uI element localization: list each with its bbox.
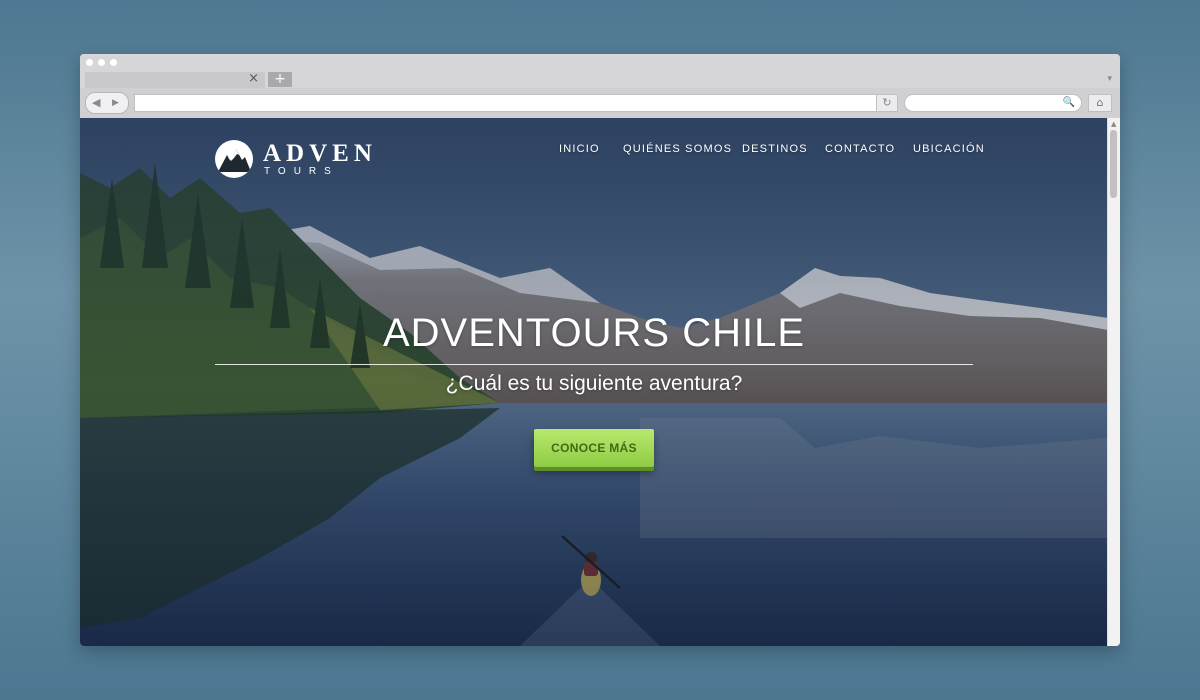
tab-menu-icon[interactable]: ▾ — [1107, 74, 1112, 84]
scrollbar-thumb[interactable] — [1110, 130, 1117, 198]
window-maximize-dot[interactable] — [110, 59, 117, 66]
new-tab-button[interactable]: + — [268, 72, 292, 87]
nav-item-inicio[interactable]: INICIO — [559, 143, 600, 155]
nav-item-ubicacion[interactable]: UBICACIÓN — [913, 143, 985, 155]
hero-subtitle: ¿Cuál es tu siguiente aventura? — [445, 372, 743, 395]
nav-buttons: ◀ ▶ — [85, 92, 129, 114]
reload-icon[interactable]: ↻ — [876, 94, 898, 112]
tab-close-icon[interactable]: × — [248, 71, 259, 87]
nav-item-destinos[interactable]: DESTINOS — [742, 143, 808, 155]
nav-item-quienes-somos[interactable]: QUIÉNES SOMOS — [623, 143, 732, 155]
home-icon[interactable]: ⌂ — [1088, 94, 1112, 112]
window-close-dot[interactable] — [86, 59, 93, 66]
scroll-up-icon[interactable]: ▲ — [1111, 120, 1116, 128]
mountain-logo-icon — [215, 140, 253, 178]
page-scrollbar[interactable]: ▲ — [1107, 118, 1120, 646]
site-logo[interactable]: ADVEN TOURS — [215, 140, 372, 182]
hero-divider — [215, 364, 973, 365]
browser-tab[interactable]: × — [85, 71, 265, 88]
search-icon[interactable]: 🔍 — [1063, 95, 1075, 111]
browser-titlebar: × + ▾ — [80, 54, 1120, 88]
search-field[interactable]: 🔍 — [904, 94, 1082, 112]
page-viewport: ADVEN TOURS INICIO QUIÉNES SOMOS DESTINO… — [80, 118, 1108, 646]
logo-title: ADVEN — [263, 140, 377, 167]
forward-icon[interactable]: ▶ — [112, 94, 119, 112]
hero-title: ADVENTOURS CHILE — [382, 311, 805, 355]
back-icon[interactable]: ◀ — [92, 94, 100, 112]
window-minimize-dot[interactable] — [98, 59, 105, 66]
browser-window: × + ▾ ◀ ▶ ↻ 🔍 ⌂ ADVEN TOURS INICIO QUIÉN… — [80, 54, 1120, 646]
logo-subtitle: TOURS — [264, 166, 339, 177]
browser-toolbar: ◀ ▶ ↻ 🔍 ⌂ — [80, 88, 1120, 119]
address-bar[interactable] — [134, 94, 878, 112]
conoce-mas-button[interactable]: CONOCE MÁS — [534, 429, 654, 467]
nav-item-contacto[interactable]: CONTACTO — [825, 143, 895, 155]
